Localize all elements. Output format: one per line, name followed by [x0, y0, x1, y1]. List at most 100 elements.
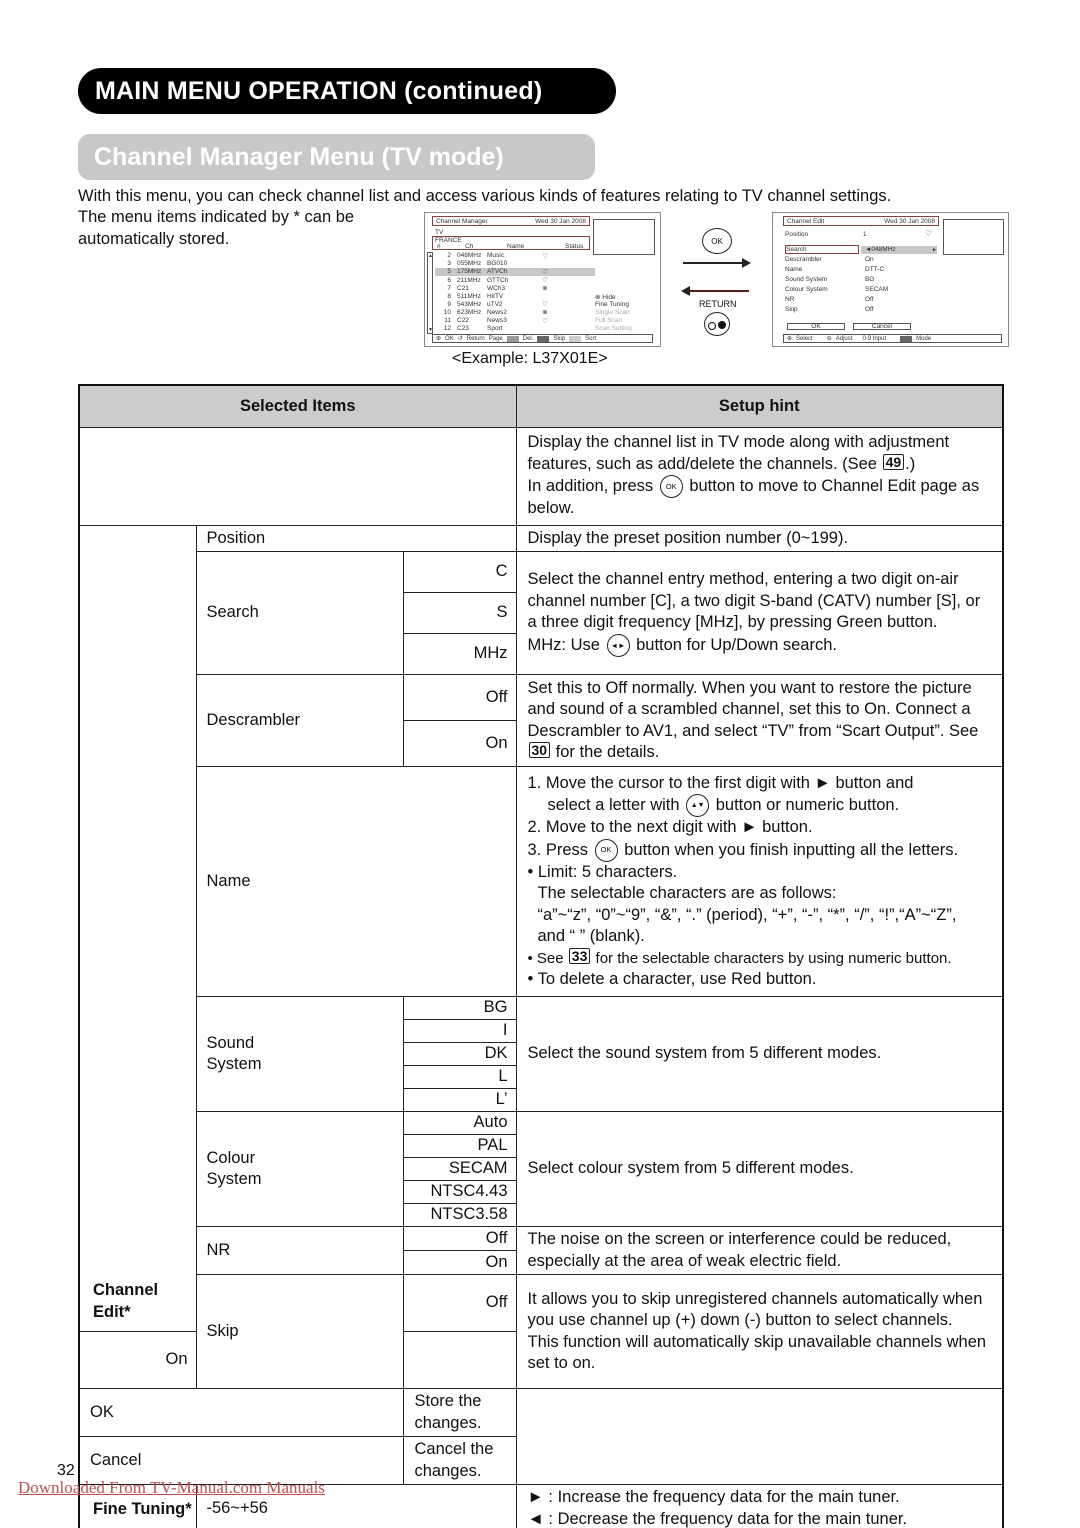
option-colour-pal: PAL	[402, 1134, 517, 1158]
edit-field-row[interactable]: Descrambler On	[785, 256, 937, 264]
channel-num: 11	[444, 317, 451, 325]
screen-title-bar: Channel Manager Wed 30 Jan 2008	[432, 216, 590, 226]
footer-sort: Sort	[585, 335, 597, 342]
option-search-mhz: MHz	[402, 633, 517, 675]
edit-field-label: Skip	[785, 306, 798, 314]
channel-num: 6	[447, 276, 451, 284]
channel-list-row[interactable]: 5 175MHz ATVCh ♡	[435, 268, 595, 276]
edit-field-label: Colour System	[785, 286, 828, 294]
edit-field-row[interactable]: Colour System SECAM	[785, 286, 937, 294]
side-menu-hide[interactable]: ⊗ Hide	[595, 293, 616, 301]
channel-edit-screen: Channel Edit Wed 30 Jan 2008 Position 1 …	[772, 212, 1009, 347]
option-search-c: C	[402, 551, 517, 593]
settings-table: Selected Items Setup hint Display the ch…	[78, 384, 1004, 1528]
channel-manager-screen: Channel Manager Wed 30 Jan 2008 TV FRANC…	[424, 212, 661, 347]
footer-adjust: Adjust	[835, 335, 853, 342]
channel-ch: 623MHz	[457, 308, 482, 316]
channel-list-row[interactable]: 6 211MHz GTTCh ♡	[435, 276, 595, 285]
table-row-skip: Skip Off It allows you to skip unregiste…	[79, 1274, 1004, 1389]
favorite-icon: ♡	[925, 229, 933, 238]
preview-window	[943, 219, 1004, 255]
channel-num: 12	[443, 325, 451, 333]
channel-list-row[interactable]: 11 C22 News3 ♡	[435, 317, 595, 325]
edit-cancel-button[interactable]: Cancel	[853, 323, 911, 330]
hint-fine-tuning: ► : Increase the frequency data for the …	[515, 1484, 1004, 1528]
option-sound-l-prime: L’	[402, 1088, 517, 1112]
channel-list-row[interactable]: 9 543MHz uTV2 ♡	[435, 301, 595, 309]
edit-field-row[interactable]: Search ◄048MHz ►	[785, 245, 937, 255]
del-swatch	[506, 335, 519, 342]
item-colour-system: Colour System	[195, 1111, 404, 1227]
channel-name: HitTV	[487, 292, 504, 300]
channel-ch: 175MHz	[457, 268, 482, 276]
table-row-name: Name 1. Move the cursor to the first dig…	[79, 766, 1004, 997]
mode-swatch	[900, 335, 913, 342]
channel-num: 8	[447, 292, 451, 300]
option-nr-on: On	[402, 1250, 517, 1275]
page-ref-49: 49	[882, 453, 905, 470]
screen-title: Channel Manager	[436, 217, 488, 225]
channel-num: 10	[443, 308, 451, 316]
arrow-left-icon	[681, 286, 749, 296]
side-menu-scan-setting[interactable]: Scan Setting	[595, 325, 632, 332]
option-colour-ntsc358: NTSC3.58	[402, 1203, 517, 1227]
edit-field-value: ◄048MHz	[865, 246, 896, 254]
edit-field-label: Name	[785, 266, 803, 274]
channel-status: ♡	[542, 301, 548, 309]
side-menu-single-scan[interactable]: Single Scan	[595, 309, 630, 316]
hint-name: 1. Move the cursor to the first digit wi…	[515, 766, 1004, 997]
channel-list-row[interactable]: 3 055MHz BG010	[435, 260, 595, 268]
position-value: 1	[863, 231, 867, 238]
footer-ok: OK	[445, 335, 454, 342]
page-ref-33: 33	[568, 947, 591, 964]
footer-select: Select	[796, 335, 813, 342]
item-name: Name	[195, 766, 517, 997]
overview-hint: Display the channel list in TV mode alon…	[515, 426, 1004, 526]
channel-name: Sport	[487, 325, 503, 333]
channel-name: News2	[487, 308, 507, 316]
intro-note: The menu items indicated by * can be aut…	[78, 208, 355, 248]
channel-status: ♡	[542, 317, 548, 325]
option-sound-i: I	[402, 1019, 517, 1043]
intro-text: With this menu, you can check channel li…	[78, 187, 892, 205]
section-title-banner: Channel Manager Menu (TV mode)	[78, 134, 595, 180]
edit-ok-button[interactable]: OK	[787, 323, 845, 330]
screen-title-bar: Channel Edit Wed 30 Jan 2008	[783, 216, 939, 226]
option-sound-bg: BG	[402, 996, 517, 1020]
channel-list-row[interactable]: 12 C23 Sport	[435, 325, 595, 333]
table-row-colour-system: Colour System Auto Select colour system …	[79, 1111, 1004, 1227]
channel-ch: C21	[457, 284, 469, 292]
item-search: Search	[195, 551, 404, 675]
list-scrollbar[interactable]: ▲ ▼	[427, 252, 433, 334]
table-row-search: Search C Select the channel entry method…	[79, 551, 1004, 675]
table-row-descrambler: Descrambler Off Set this to Off normally…	[79, 674, 1004, 767]
edit-field-label: Sound System	[785, 276, 828, 284]
channel-num: 5	[447, 268, 451, 276]
edit-field-value: On	[865, 256, 874, 264]
channel-status: ⊗	[542, 285, 548, 293]
item-sound-system: Sound System	[195, 996, 404, 1112]
arrow-right-icon: ►	[932, 246, 937, 253]
channel-list-row[interactable]: 10 623MHz News2 ⊗	[435, 309, 595, 317]
channel-ch: 048MHz	[457, 252, 482, 260]
edit-field-row[interactable]: NR Off	[785, 296, 937, 304]
edit-field-row[interactable]: Skip Off	[785, 306, 937, 314]
channel-list-row[interactable]: 2 048MHz Music ♡	[435, 252, 595, 260]
channel-list-row[interactable]: 7 C21 WCh3 ⊗	[435, 284, 595, 293]
option-nr-off: Off	[402, 1226, 517, 1251]
edit-field-row[interactable]: Name DTT-C	[785, 266, 937, 274]
left-right-button-icon: ◄►	[606, 633, 630, 657]
download-link[interactable]: Downloaded From TV-Manual.com Manuals	[18, 1478, 325, 1498]
up-down-button-icon: ▲▼	[686, 794, 710, 817]
screen-footer: ⊕ Select ⊖ Adjust 0-9 Input Mode	[783, 334, 1002, 343]
edit-field-value: Off	[865, 306, 874, 314]
channel-list-row[interactable]: 8 511MHz HitTV	[435, 293, 595, 301]
channel-name: Music	[487, 252, 504, 260]
hint-search: Select the channel entry method, enterin…	[515, 551, 1004, 675]
hint-ok: Store the changes.	[402, 1388, 517, 1437]
item-ok: OK	[78, 1388, 404, 1437]
table-row-position: Channel Edit* Position Display the prese…	[78, 524, 1004, 1332]
edit-field-row[interactable]: Sound System BG	[785, 276, 937, 284]
side-menu-fine-tuning[interactable]: Fine Tuning	[595, 301, 629, 308]
side-menu-full-scan[interactable]: Full Scan	[595, 317, 622, 324]
